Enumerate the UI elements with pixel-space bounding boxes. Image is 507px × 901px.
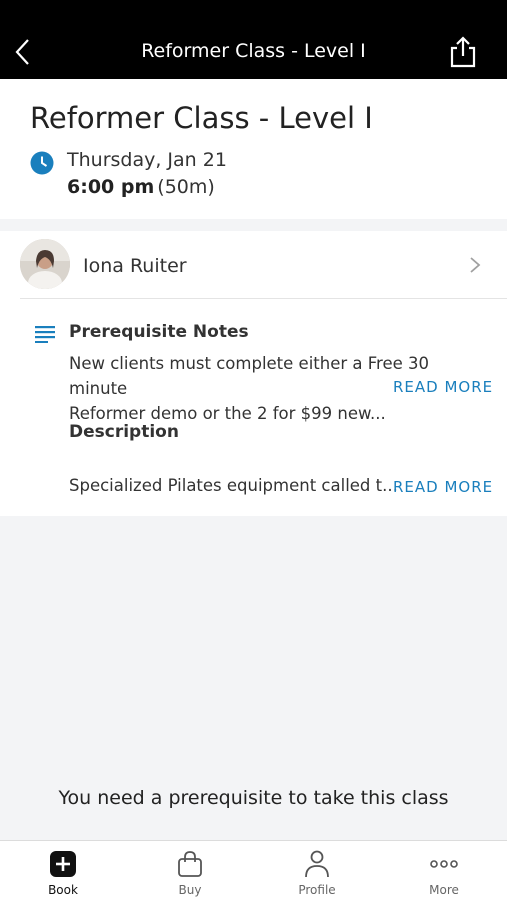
share-icon <box>450 36 476 68</box>
tab-more[interactable]: More <box>381 841 507 901</box>
class-header: Reformer Class - Level I Thursday, Jan 2… <box>0 79 507 219</box>
divider <box>20 298 507 299</box>
tab-profile[interactable]: Profile <box>254 841 380 901</box>
prerequisite-message: You need a prerequisite to take this cla… <box>58 787 449 809</box>
top-bar-title: Reformer Class - Level I <box>141 40 366 62</box>
class-title: Reformer Class - Level I <box>30 101 373 135</box>
description-title: Description <box>69 422 179 442</box>
prerequisite-notes-title: Prerequisite Notes <box>69 322 249 342</box>
tab-buy-label: Buy <box>178 883 202 897</box>
tab-buy[interactable]: Buy <box>127 841 253 901</box>
class-time: 6:00 pm (50m) <box>67 176 215 198</box>
clock-icon <box>30 151 54 175</box>
instructor-name: Iona Ruiter <box>83 255 187 277</box>
plus-square-icon <box>50 851 76 877</box>
top-bar: Reformer Class - Level I <box>0 0 507 79</box>
tab-bar: Book Buy Profile More <box>0 840 507 901</box>
tab-book-label: Book <box>48 883 78 897</box>
shopping-bag-icon <box>178 851 202 877</box>
prerequisite-read-more-link[interactable]: READ MORE <box>393 378 493 396</box>
class-start-time: 6:00 pm <box>67 176 155 198</box>
tab-more-label: More <box>429 883 459 897</box>
tab-book[interactable]: Book <box>0 841 126 901</box>
avatar <box>20 239 70 289</box>
class-details: Iona Ruiter Prerequisite Notes New clien… <box>0 231 507 516</box>
instructor-row[interactable]: Iona Ruiter <box>0 231 507 298</box>
class-date: Thursday, Jan 21 <box>67 149 227 171</box>
tab-profile-label: Profile <box>298 883 336 897</box>
class-duration: (50m) <box>157 176 215 198</box>
description-text: Specialized Pilates equipment called t..… <box>69 476 398 495</box>
description-read-more-link[interactable]: READ MORE <box>393 478 493 496</box>
share-button[interactable] <box>447 35 479 69</box>
notes-icon <box>35 326 55 343</box>
chevron-right-icon <box>470 257 481 273</box>
ellipsis-icon <box>430 860 458 868</box>
person-icon <box>305 850 329 878</box>
